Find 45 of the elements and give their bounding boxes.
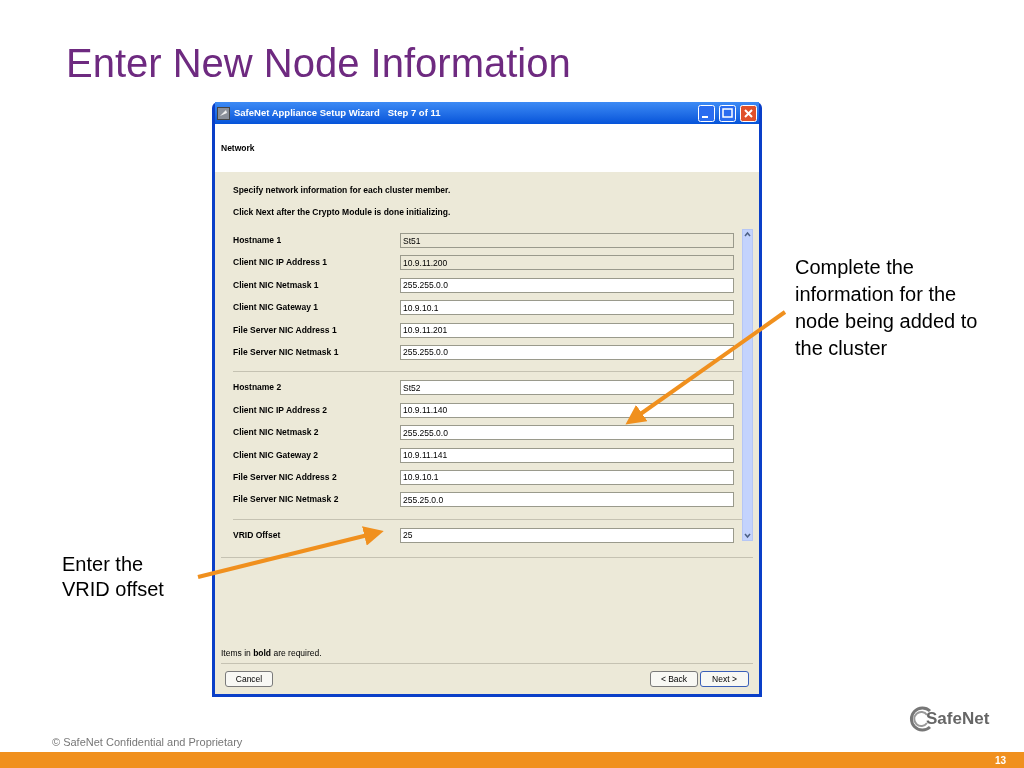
page-heading: Network — [221, 141, 255, 155]
back-button[interactable]: < Back — [650, 671, 698, 687]
copyright-text: © SafeNet Confidential and Proprietary — [52, 735, 243, 750]
field-label: File Server NIC Netmask 1 — [233, 345, 340, 358]
field-label: File Server NIC Netmask 2 — [233, 493, 340, 506]
input-field[interactable]: 10.9.10.1 — [400, 469, 734, 485]
minimize-icon[interactable] — [698, 104, 715, 122]
callout-text: Complete the information for the node being added to the cluster — [795, 255, 979, 361]
field-label: Hostname 1 — [233, 234, 283, 246]
field-label: Client NIC Gateway 1 — [233, 301, 320, 314]
input-field[interactable]: 10.9.10.1 — [400, 300, 734, 316]
input-field[interactable]: 10.9.11.140 — [400, 402, 734, 418]
instruction-text: Click Next after the Crypto Module is done initializing. — [233, 206, 452, 219]
field-label: Client NIC IP Address 2 — [233, 403, 328, 416]
input-field[interactable]: St52 — [400, 380, 734, 396]
window-title: SafeNet Appliance Setup Wizard Step 7 of 11 — [234, 105, 442, 120]
field-label: File Server NIC Address 2 — [233, 470, 338, 483]
page-number: 13 — [994, 753, 1006, 768]
close-icon[interactable] — [740, 104, 757, 122]
next-button[interactable]: Next > — [700, 671, 749, 687]
input-field[interactable]: 255.255.0.0 — [400, 425, 734, 441]
field-label: VRID Offset — [233, 528, 282, 541]
scroll-up-icon[interactable] — [743, 230, 752, 239]
input-field[interactable]: 25 — [400, 527, 734, 543]
field-label: Client NIC Netmask 1 — [233, 278, 320, 291]
input-field[interactable]: 10.9.11.141 — [400, 447, 734, 463]
maximize-icon[interactable] — [719, 104, 736, 122]
scrollbar[interactable] — [742, 229, 753, 541]
callout-text: Enter the VRID offset — [62, 552, 165, 602]
slide-title: Enter New Node Information — [66, 40, 571, 86]
field-label: Client NIC Netmask 2 — [233, 426, 320, 439]
input-field[interactable]: 255.255.0.0 — [400, 344, 734, 360]
input-field[interactable]: 255.255.0.0 — [400, 277, 734, 293]
input-field[interactable]: 255.25.0.0 — [400, 492, 734, 508]
field-label: Hostname 2 — [233, 381, 283, 394]
instruction-text: Specify network information for each cluster member. — [233, 184, 452, 197]
field-label: Client NIC Gateway 2 — [233, 448, 320, 461]
required-note: Items in bold are required. — [221, 647, 323, 661]
cancel-button[interactable]: Cancel — [225, 671, 273, 687]
input-field[interactable]: 10.9.11.201 — [400, 322, 734, 338]
logo: SafeNet — [926, 708, 990, 731]
scroll-down-icon[interactable] — [743, 531, 752, 540]
app-icon — [217, 106, 230, 120]
field-label: File Server NIC Address 1 — [233, 323, 338, 336]
field-label: Client NIC IP Address 1 — [233, 256, 328, 269]
